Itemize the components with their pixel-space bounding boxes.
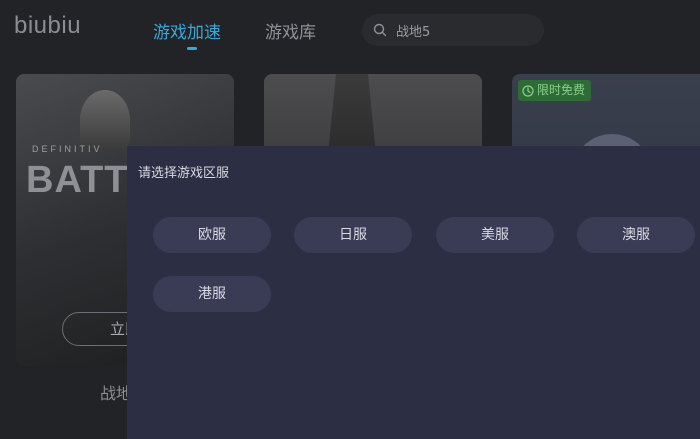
search-input[interactable]: 战地5 xyxy=(396,21,430,40)
panel-title: 请选择游戏区服 xyxy=(138,166,230,181)
search-box[interactable]: 战地5 xyxy=(362,14,544,46)
region-button-eu[interactable]: 欧服 xyxy=(153,217,271,253)
clock-icon xyxy=(522,84,534,97)
active-tab-indicator xyxy=(187,47,197,50)
search-icon xyxy=(373,23,387,37)
cover-art-figure xyxy=(80,90,130,150)
free-badge: 限时免费 xyxy=(518,80,592,101)
region-button-hk[interactable]: 港服 xyxy=(153,276,271,312)
badge-label: 限时免费 xyxy=(537,83,586,97)
tab-game-library[interactable]: 游戏库 xyxy=(265,18,316,43)
app-window: biubiu 游戏加速 游戏库 战地5 DEFINITIV BATTLE V 立… xyxy=(0,0,700,439)
tab-game-boost[interactable]: 游戏加速 xyxy=(153,18,221,43)
cover-art-figure xyxy=(328,74,376,154)
region-button-jp[interactable]: 日服 xyxy=(294,217,412,253)
region-select-panel: 请选择游戏区服 欧服 日服 美服 澳服 港服 xyxy=(127,146,700,439)
region-button-us[interactable]: 美服 xyxy=(436,217,554,253)
app-logo: biubiu xyxy=(14,12,82,39)
top-bar: biubiu 游戏加速 游戏库 战地5 xyxy=(0,0,700,60)
region-button-au[interactable]: 澳服 xyxy=(577,217,695,253)
cover-art-subtitle: DEFINITIV xyxy=(32,144,103,154)
